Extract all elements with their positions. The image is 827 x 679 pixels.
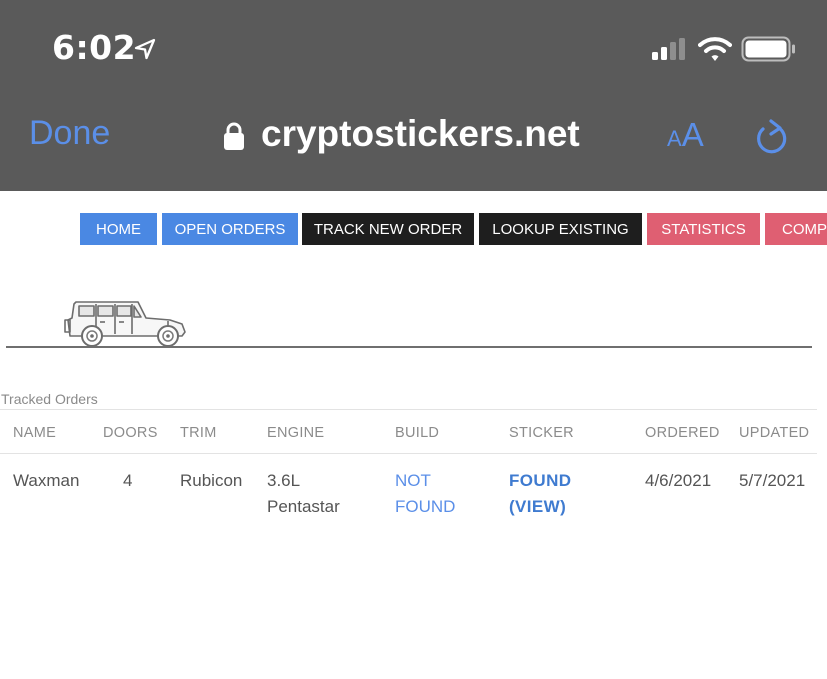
cell-ordered: 4/6/2021 bbox=[645, 471, 712, 490]
column-header-sticker: STICKER bbox=[509, 425, 574, 441]
sticker-view-link[interactable]: FOUND (VIEW) bbox=[509, 468, 571, 520]
text-size-small-glyph: A bbox=[667, 126, 682, 151]
nav-lookup-existing-button[interactable]: LOOKUP EXISTING bbox=[479, 213, 642, 245]
table-caption: Tracked Orders bbox=[1, 391, 98, 407]
column-header-doors: DOORS bbox=[103, 425, 158, 441]
status-time: 6:02 bbox=[52, 28, 137, 67]
column-header-engine: ENGINE bbox=[267, 425, 325, 441]
location-arrow-icon bbox=[134, 38, 156, 60]
wifi-icon bbox=[698, 37, 732, 61]
sticker-status-line2: (VIEW) bbox=[509, 497, 567, 516]
sticker-status-line1: FOUND bbox=[509, 471, 572, 490]
cell-name: Waxman bbox=[13, 471, 80, 490]
nav-comp-button[interactable]: COMP bbox=[765, 213, 827, 245]
cell-engine-line2: Pentastar bbox=[267, 497, 340, 516]
table-header-divider bbox=[0, 453, 817, 454]
column-header-updated: UPDATED bbox=[739, 425, 810, 441]
cellular-signal-icon bbox=[652, 38, 685, 60]
address-bar-url[interactable]: cryptostickers.net bbox=[261, 113, 580, 155]
cell-engine: 3.6L Pentastar bbox=[267, 468, 340, 520]
table-top-divider bbox=[0, 409, 817, 410]
column-header-ordered: ORDERED bbox=[645, 425, 720, 441]
nav-statistics-button[interactable]: STATISTICS bbox=[647, 213, 760, 245]
lock-icon bbox=[224, 122, 244, 150]
browser-top-bar: 6:02 Done cryptostickers.net AA bbox=[0, 0, 827, 191]
text-size-large-glyph: A bbox=[681, 116, 704, 153]
ground-line bbox=[6, 346, 812, 348]
nav-open-orders-button[interactable]: OPEN ORDERS bbox=[162, 213, 298, 245]
cell-trim: Rubicon bbox=[180, 471, 243, 490]
build-status-line2: FOUND bbox=[395, 497, 456, 516]
nav-track-new-order-button[interactable]: TRACK NEW ORDER bbox=[302, 213, 474, 245]
cell-doors: 4 bbox=[123, 471, 133, 490]
nav-home-button[interactable]: HOME bbox=[80, 213, 157, 245]
column-header-name: NAME bbox=[13, 425, 57, 441]
done-button[interactable]: Done bbox=[29, 114, 110, 153]
jeep-icon bbox=[64, 301, 186, 347]
column-header-build: BUILD bbox=[395, 425, 440, 441]
column-header-trim: TRIM bbox=[180, 425, 217, 441]
text-size-button[interactable]: AA bbox=[667, 116, 704, 154]
battery-icon bbox=[741, 36, 795, 62]
build-status-line1: NOT bbox=[395, 471, 431, 490]
cell-updated: 5/7/2021 bbox=[739, 471, 806, 490]
cell-engine-line1: 3.6L bbox=[267, 471, 301, 490]
build-status-link[interactable]: NOT FOUND bbox=[395, 468, 455, 520]
reload-icon[interactable] bbox=[754, 118, 790, 156]
